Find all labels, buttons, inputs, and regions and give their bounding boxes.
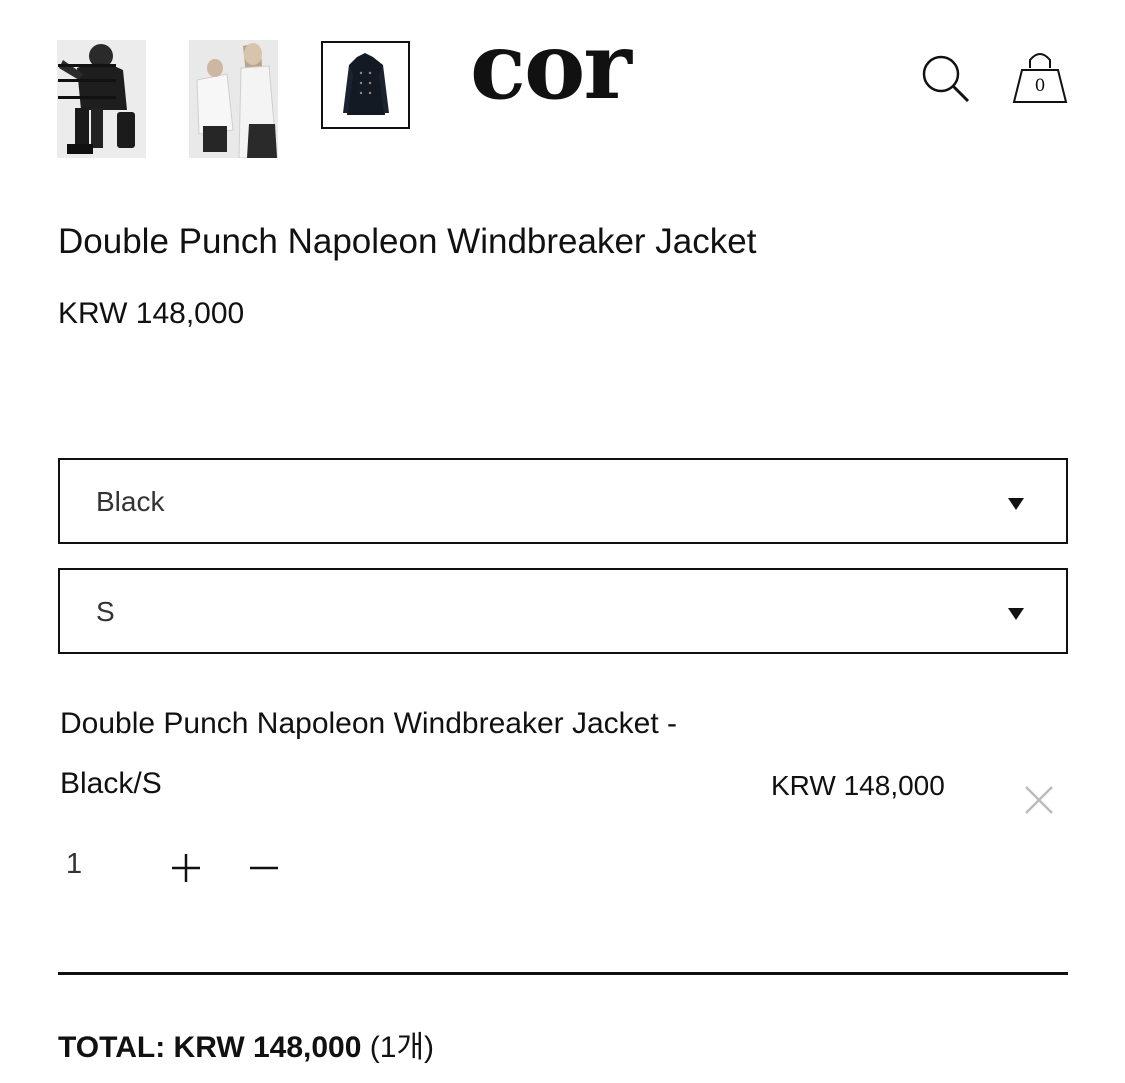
size-select[interactable]: S <box>58 568 1068 654</box>
color-select-value: Black <box>96 486 165 517</box>
cart-count: 0 <box>1034 76 1046 96</box>
plus-icon[interactable] <box>169 851 203 885</box>
shopping-bag-button[interactable]: 0 <box>1010 48 1070 106</box>
brand-logo[interactable]: cor <box>470 20 632 112</box>
jacket-photo <box>323 43 408 127</box>
divider <box>58 972 1068 975</box>
close-icon[interactable] <box>1022 783 1056 817</box>
caret-down-icon <box>1008 498 1024 510</box>
minus-icon[interactable] <box>248 851 280 885</box>
line-item-name: Double Punch Napoleon Windbreaker Jacket… <box>60 707 678 800</box>
total-count: (1개) <box>369 1031 435 1064</box>
line-item-price: KRW 148,000 <box>771 770 945 801</box>
size-select-value: S <box>96 596 115 627</box>
menu-icon[interactable] <box>58 64 116 102</box>
product-thumbnail-2[interactable] <box>189 40 278 158</box>
total-amount: TOTAL: KRW 148,000 <box>58 1031 362 1064</box>
caret-down-icon <box>1008 608 1024 620</box>
quantity-value[interactable]: 1 <box>66 848 82 881</box>
model-photo-2 <box>189 40 278 158</box>
product-title: Double Punch Napoleon Windbreaker Jacket <box>58 222 757 261</box>
product-price: KRW 148,000 <box>58 297 245 330</box>
search-icon[interactable] <box>920 53 972 105</box>
order-total: TOTAL: KRW 148,000 (1개) <box>58 1022 434 1066</box>
product-thumbnail-3-selected[interactable] <box>321 41 410 129</box>
color-select[interactable]: Black <box>58 458 1068 544</box>
